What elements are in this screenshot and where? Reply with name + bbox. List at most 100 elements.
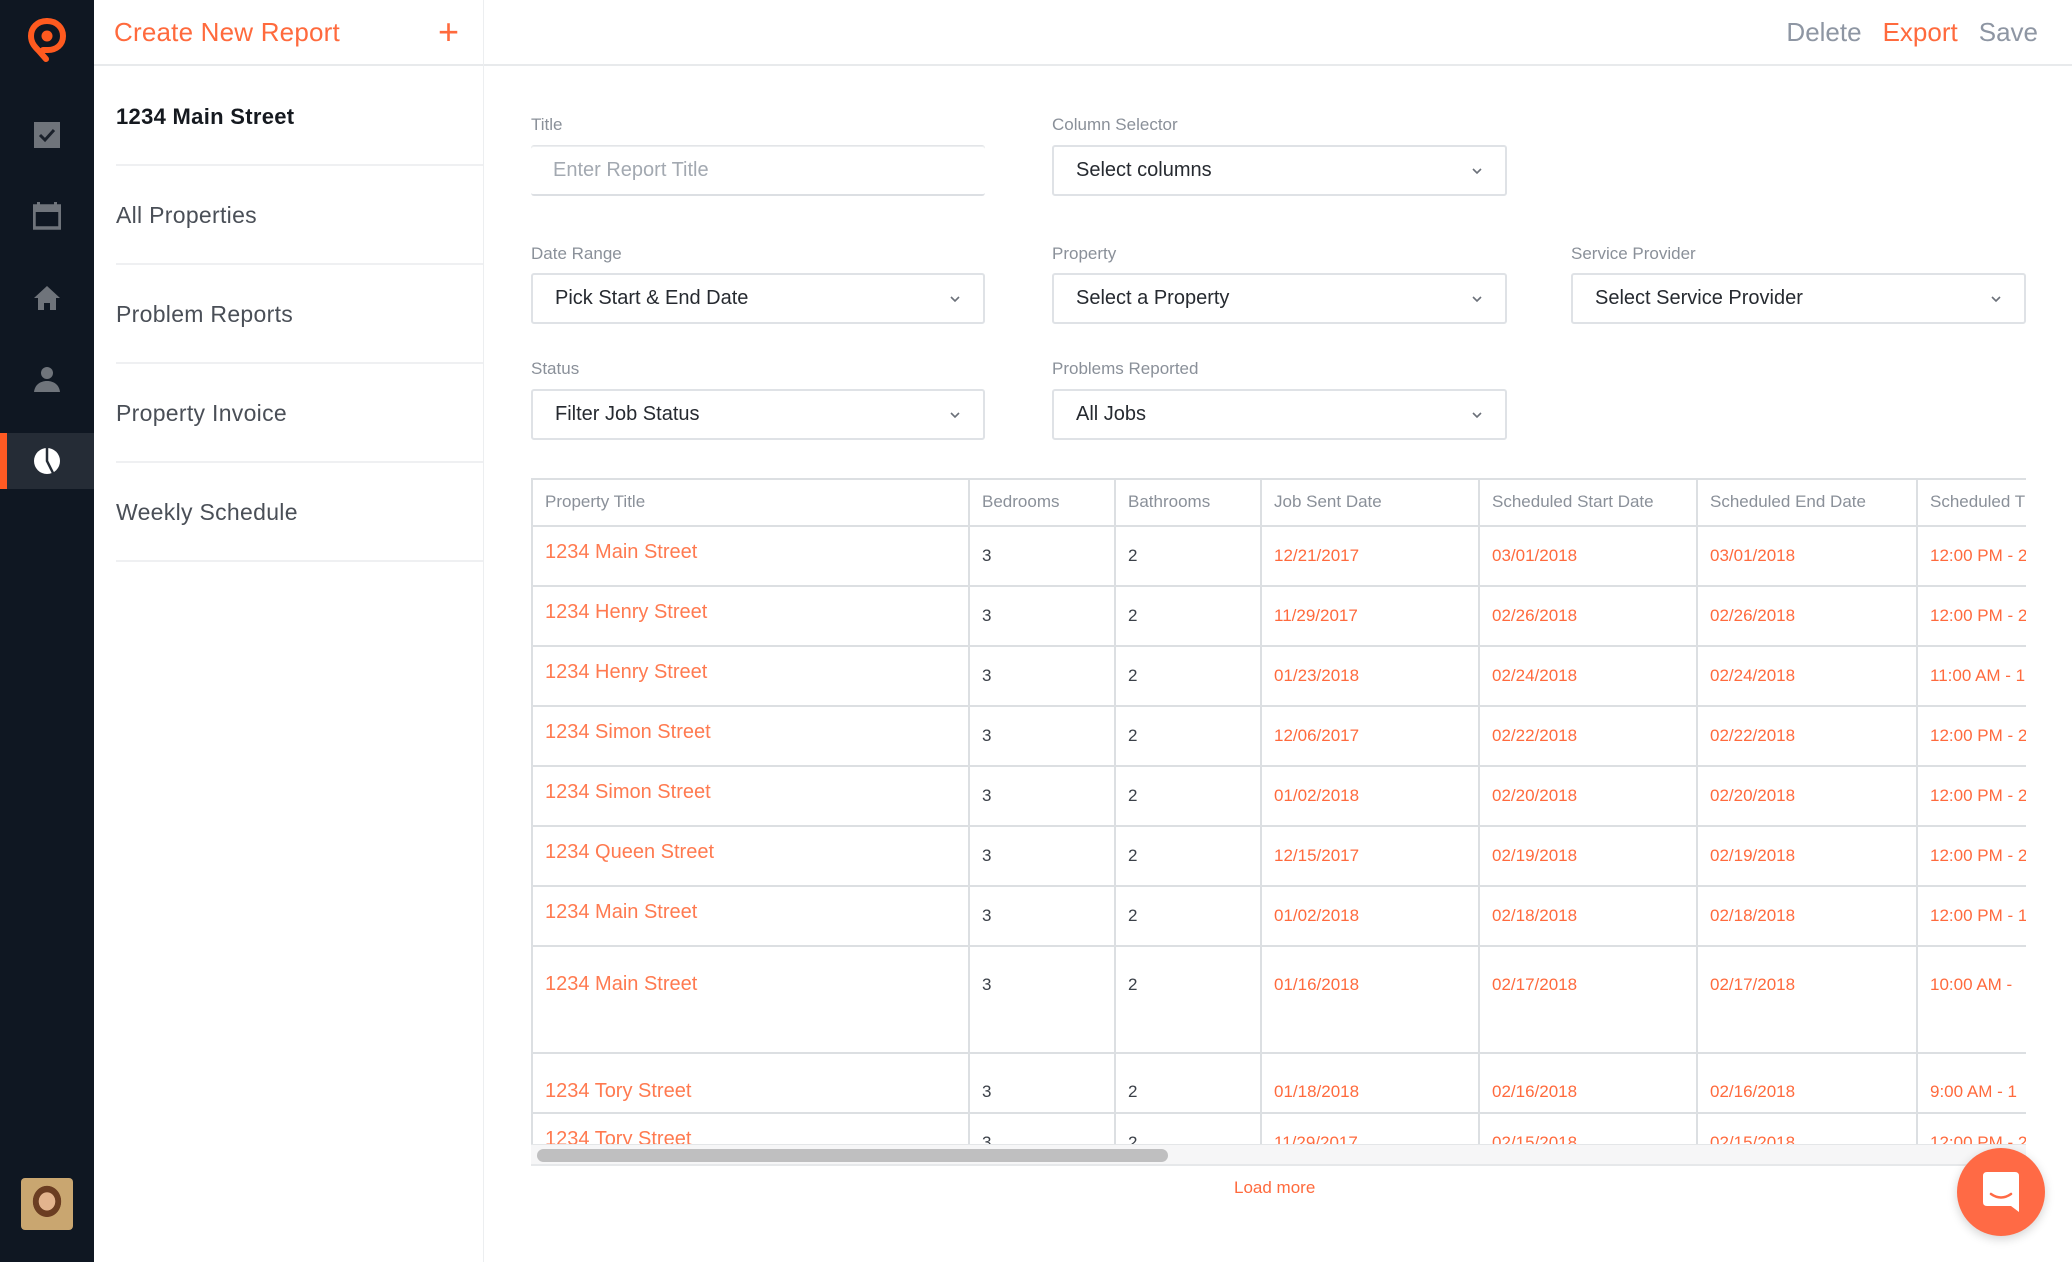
cell-property-title[interactable]: 1234 Main Street [533,526,970,587]
cell-scheduled-time[interactable]: 10:00 AM - [1917,946,2026,1054]
cell-scheduled-start-date[interactable]: 02/16/2018 [1479,1053,1698,1114]
column-header-bedrooms[interactable]: Bedrooms [969,480,1116,527]
cell-property-title[interactable]: 1234 Henry Street [533,586,970,647]
column-header-scheduled-time[interactable]: Scheduled T [1917,480,2026,527]
cell-scheduled-time[interactable]: 9:00 AM - 1 [1917,1053,2026,1114]
table-row[interactable]: 1234 Main Street 3 2 01/02/2018 02/18/2018 02… [533,886,2026,947]
cell-bedrooms: 3 [969,646,1116,707]
cell-job-sent-date[interactable]: 01/16/2018 [1261,946,1480,1054]
cell-scheduled-time[interactable]: 12:00 PM - 2 [1917,706,2026,767]
cell-scheduled-end-date[interactable]: 02/20/2018 [1697,766,1918,827]
cell-scheduled-start-date[interactable]: 02/18/2018 [1479,886,1698,947]
create-new-report-title[interactable]: Create New Report [114,17,340,48]
cell-scheduled-time[interactable]: 12:00 PM - 2 [1917,826,2026,887]
table-row[interactable]: 1234 Simon Street 3 2 01/02/2018 02/20/2018 0… [533,766,2026,827]
nav-item-tasks[interactable] [0,107,94,163]
column-header-property-title[interactable]: Property Title [533,480,970,527]
cell-scheduled-start-date[interactable]: 02/20/2018 [1479,766,1698,827]
cell-job-sent-date[interactable]: 12/06/2017 [1261,706,1480,767]
table-row[interactable]: 1234 Simon Street 3 2 12/06/2017 02/22/2018 0… [533,706,2026,767]
cell-scheduled-end-date[interactable]: 02/16/2018 [1697,1053,1918,1114]
cell-scheduled-start-date[interactable]: 02/17/2018 [1479,946,1698,1054]
property-dropdown[interactable]: Select a Property [1052,273,1507,324]
problems-reported-dropdown[interactable]: All Jobs [1052,389,1507,440]
cell-scheduled-start-date[interactable]: 02/26/2018 [1479,586,1698,647]
cell-scheduled-start-date[interactable]: 02/22/2018 [1479,706,1698,767]
cell-job-sent-date[interactable]: 11/29/2017 [1261,1113,1480,1144]
report-item-label: Weekly Schedule [116,499,298,525]
report-item-all-properties[interactable]: All Properties [116,166,483,265]
cell-scheduled-end-date[interactable]: 02/22/2018 [1697,706,1918,767]
column-header-job-sent-date[interactable]: Job Sent Date [1261,480,1480,527]
cell-scheduled-time[interactable]: 11:00 AM - 1 [1917,646,2026,707]
cell-scheduled-end-date[interactable]: 02/26/2018 [1697,586,1918,647]
cell-job-sent-date[interactable]: 01/18/2018 [1261,1053,1480,1114]
cell-scheduled-time[interactable]: 12:00 PM - 2 [1917,526,2026,587]
chat-button[interactable] [1957,1148,2045,1236]
cell-job-sent-date[interactable]: 01/02/2018 [1261,766,1480,827]
cell-property-title[interactable]: 1234 Tory Street [533,1113,970,1144]
cell-property-title[interactable]: 1234 Tory Street [533,1053,970,1114]
nav-item-reports[interactable] [0,433,94,489]
table-row[interactable]: 1234 Tory Street 3 2 01/18/2018 02/16/2018 02… [533,1053,2026,1114]
table-row[interactable]: 1234 Main Street 3 2 12/21/2017 03/01/2018 03… [533,526,2026,587]
cell-scheduled-end-date[interactable]: 02/15/2018 [1697,1113,1918,1144]
column-selector-value: Select columns [1076,159,1212,181]
column-header-scheduled-end-date[interactable]: Scheduled End Date [1697,480,1918,527]
pin-logo-icon[interactable] [26,17,68,67]
cell-job-sent-date[interactable]: 01/02/2018 [1261,886,1480,947]
plus-icon[interactable]: + [438,14,459,50]
save-button[interactable]: Save [1979,17,2038,48]
table-row[interactable]: 1234 Henry Street 3 2 11/29/2017 02/26/2018 0… [533,586,2026,647]
table-row[interactable]: 1234 Henry Street 3 2 01/23/2018 02/24/2018 0… [533,646,2026,707]
cell-job-sent-date[interactable]: 12/15/2017 [1261,826,1480,887]
cell-scheduled-start-date[interactable]: 03/01/2018 [1479,526,1698,587]
report-item-main-street[interactable]: 1234 Main Street [116,66,483,166]
nav-item-properties[interactable] [0,270,94,326]
service-provider-dropdown[interactable]: Select Service Provider [1571,273,2026,324]
report-item-problem-reports[interactable]: Problem Reports [116,265,483,364]
column-header-bathrooms[interactable]: Bathrooms [1115,480,1262,527]
table-row[interactable]: 1234 Main Street 3 2 01/16/2018 02/17/2018 02… [533,946,2026,1054]
scrollbar-thumb[interactable] [537,1149,1168,1162]
nav-item-calendar[interactable] [0,188,94,244]
cell-job-sent-date[interactable]: 11/29/2017 [1261,586,1480,647]
title-field[interactable] [531,145,985,196]
cell-scheduled-time[interactable]: 12:00 PM - 2 [1917,586,2026,647]
cell-scheduled-time[interactable]: 12:00 PM - 2 [1917,1113,2026,1144]
column-selector-dropdown[interactable]: Select columns [1052,145,1507,196]
cell-scheduled-start-date[interactable]: 02/19/2018 [1479,826,1698,887]
cell-job-sent-date[interactable]: 12/21/2017 [1261,526,1480,587]
status-dropdown[interactable]: Filter Job Status [531,389,985,440]
cell-scheduled-end-date[interactable]: 02/24/2018 [1697,646,1918,707]
cell-property-title[interactable]: 1234 Main Street [533,946,970,1054]
cell-scheduled-end-date[interactable]: 02/18/2018 [1697,886,1918,947]
title-input[interactable] [553,158,963,182]
cell-property-title[interactable]: 1234 Simon Street [533,706,970,767]
cell-property-title[interactable]: 1234 Henry Street [533,646,970,707]
user-avatar[interactable] [21,1178,73,1230]
report-item-weekly-schedule[interactable]: Weekly Schedule [116,463,483,562]
table-horizontal-scrollbar[interactable] [531,1144,2026,1166]
cell-scheduled-end-date[interactable]: 02/19/2018 [1697,826,1918,887]
cell-job-sent-date[interactable]: 01/23/2018 [1261,646,1480,707]
chat-bubble-icon [1983,1172,2019,1212]
cell-scheduled-end-date[interactable]: 03/01/2018 [1697,526,1918,587]
cell-scheduled-time[interactable]: 12:00 PM - 1 [1917,886,2026,947]
column-header-scheduled-start-date[interactable]: Scheduled Start Date [1479,480,1698,527]
cell-property-title[interactable]: 1234 Main Street [533,886,970,947]
delete-button[interactable]: Delete [1786,17,1861,48]
cell-scheduled-end-date[interactable]: 02/17/2018 [1697,946,1918,1054]
export-button[interactable]: Export [1883,17,1958,48]
nav-item-users[interactable] [0,351,94,407]
cell-scheduled-start-date[interactable]: 02/24/2018 [1479,646,1698,707]
table-row[interactable]: 1234 Queen Street 3 2 12/15/2017 02/19/2018 0… [533,826,2026,887]
load-more-link[interactable]: Load more [1234,1178,1315,1198]
date-range-dropdown[interactable]: Pick Start & End Date [531,273,985,324]
cell-scheduled-time[interactable]: 12:00 PM - 2 [1917,766,2026,827]
report-item-property-invoice[interactable]: Property Invoice [116,364,483,463]
table-row[interactable]: 1234 Tory Street 3 2 11/29/2017 02/15/2018 02… [533,1113,2026,1144]
cell-property-title[interactable]: 1234 Simon Street [533,766,970,827]
cell-property-title[interactable]: 1234 Queen Street [533,826,970,887]
cell-scheduled-start-date[interactable]: 02/15/2018 [1479,1113,1698,1144]
